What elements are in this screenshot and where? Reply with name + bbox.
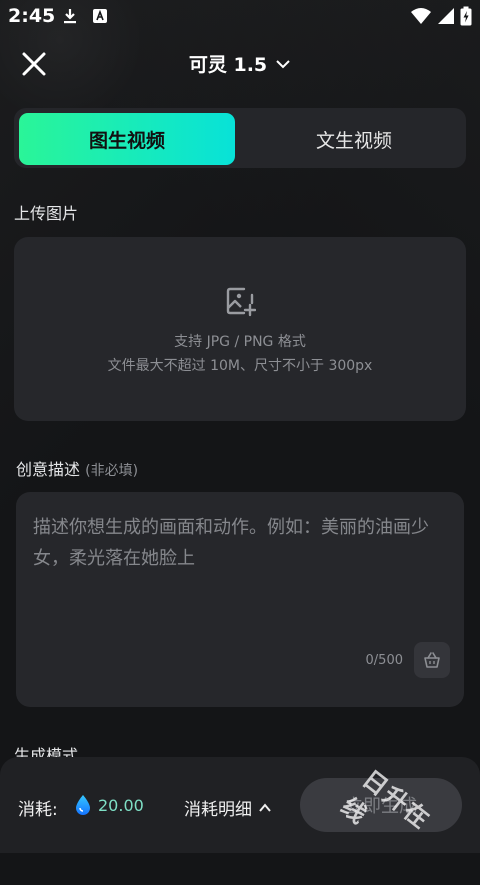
- prompt-input[interactable]: 描述你想生成的画面和动作。例如：美丽的油画少女，柔光落在她脸上 0/500: [16, 492, 464, 707]
- credit-drop-icon: [76, 795, 90, 815]
- chevron-down-icon: [276, 60, 290, 69]
- prompt-section-title: 创意描述 (非必填): [16, 456, 138, 480]
- download-icon: [64, 9, 76, 24]
- cost-label: 消耗:: [18, 800, 58, 820]
- signal-icon: [438, 8, 454, 24]
- clear-prompt-button[interactable]: [414, 642, 450, 678]
- app-notification-icon: [93, 9, 107, 23]
- model-name: 可灵 1.5: [188, 54, 268, 76]
- wifi-icon: [411, 8, 431, 24]
- tab-image-to-video[interactable]: 图生视频: [19, 113, 235, 165]
- chevron-up-icon: [259, 803, 271, 812]
- status-bar: 2:45: [0, 0, 480, 32]
- cost-value: 20.00: [98, 796, 144, 815]
- model-selector[interactable]: 可灵 1.5: [0, 50, 480, 77]
- cost-detail-label: 消耗明细: [184, 800, 252, 820]
- tab-text-to-video[interactable]: 文生视频: [246, 113, 462, 165]
- prompt-optional-tag: (非必填): [85, 463, 139, 479]
- clear-basket-icon: [424, 652, 440, 668]
- upload-format-hint: 支持 JPG / PNG 格式: [174, 334, 306, 350]
- character-count: 0/500: [365, 653, 403, 668]
- mode-tabs: 图生视频 文生视频: [14, 108, 466, 168]
- battery-charging-icon: [460, 6, 472, 26]
- upload-size-hint: 文件最大不超过 10M、尺寸不小于 300px: [107, 358, 373, 374]
- prompt-title: 创意描述: [16, 460, 81, 479]
- cost-detail-toggle[interactable]: 消耗明细: [184, 795, 272, 820]
- add-image-icon: [226, 287, 256, 317]
- status-time: 2:45: [8, 5, 56, 27]
- upload-section-title: 上传图片: [14, 204, 79, 223]
- prompt-placeholder: 描述你想生成的画面和动作。例如：美丽的油画少女，柔光落在她脸上: [33, 517, 429, 569]
- upload-image-area[interactable]: 支持 JPG / PNG 格式 文件最大不超过 10M、尺寸不小于 300px: [14, 237, 466, 421]
- top-bar: 可灵 1.5: [0, 36, 480, 88]
